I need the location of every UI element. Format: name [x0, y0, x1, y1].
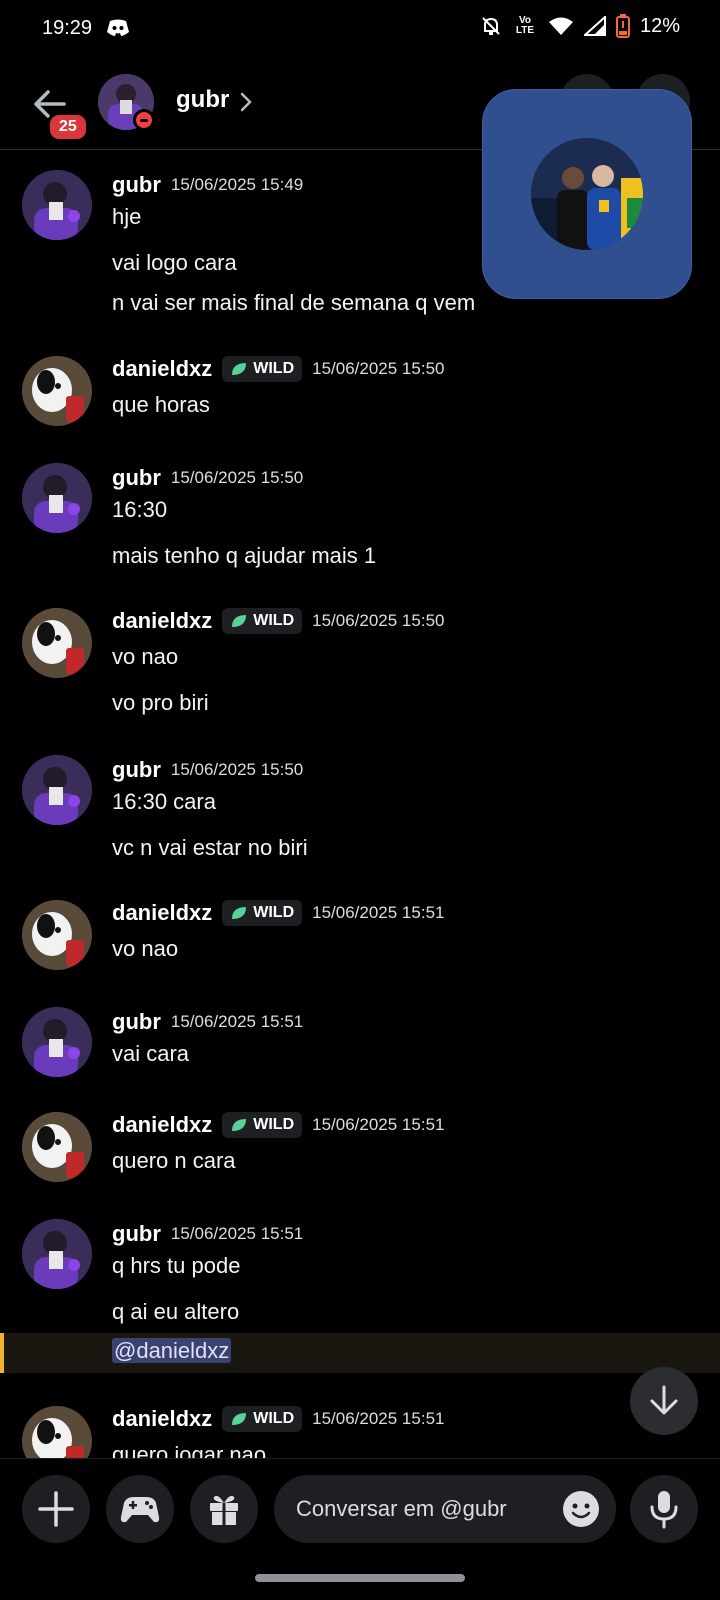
volte-icon: Vo LTE: [515, 15, 535, 36]
role-badge-label: WILD: [253, 360, 295, 377]
mention-highlight: [0, 1333, 720, 1373]
role-badge-label: WILD: [253, 904, 295, 921]
role-badge-label: WILD: [253, 1116, 295, 1133]
gamepad-icon: [120, 1497, 160, 1523]
microphone-icon: [650, 1491, 678, 1529]
home-indicator[interactable]: [255, 1574, 465, 1582]
leaf-icon: [232, 615, 247, 627]
message-author[interactable]: gubr: [112, 757, 161, 783]
role-badge-label: WILD: [253, 612, 295, 629]
signal-icon: [583, 16, 606, 36]
message-text: q hrs tu pode: [112, 1253, 241, 1278]
message-text: @danieldxz: [112, 1338, 232, 1364]
message-timestamp: 15/06/2025 15:51: [170, 1224, 304, 1243]
message-timestamp: 15/06/2025 15:50: [312, 611, 445, 630]
message-text: quero n cara: [112, 1148, 236, 1173]
status-time: 19:29: [42, 17, 93, 39]
battery-icon: [615, 14, 630, 38]
role-badge[interactable]: WILD: [222, 608, 303, 634]
message-author[interactable]: gubr: [112, 1221, 161, 1247]
message-author[interactable]: danieldxz: [112, 608, 212, 634]
message-text: que horas: [112, 392, 210, 417]
role-badge-label: WILD: [253, 1410, 295, 1427]
message-author[interactable]: danieldxz: [112, 356, 212, 382]
avatar[interactable]: [22, 608, 92, 678]
emoji-icon[interactable]: [562, 1490, 600, 1528]
call-participant-avatar: [531, 138, 643, 250]
message-author[interactable]: gubr: [112, 1009, 161, 1035]
status-bar: 19:29 Vo LTE 12%: [0, 0, 720, 56]
message-composer: Conversar em @gubr: [0, 1458, 720, 1554]
avatar[interactable]: [22, 356, 92, 426]
message-text: vo nao: [112, 936, 179, 961]
add-attachment-button[interactable]: [22, 1475, 90, 1543]
activities-button[interactable]: [106, 1475, 174, 1543]
message-text: q ai eu altero: [112, 1299, 240, 1324]
message-timestamp: 15/06/2025 15:51: [170, 1012, 304, 1031]
message-timestamp: 15/06/2025 15:51: [312, 903, 445, 922]
plus-icon: [38, 1491, 74, 1527]
message-list[interactable]: gubr 15/06/2025 15:49 hje vai logo cara …: [0, 150, 720, 1458]
discord-icon: [106, 18, 130, 38]
dnd-status-icon: [133, 109, 155, 131]
role-badge[interactable]: WILD: [222, 1112, 303, 1138]
message-input[interactable]: Conversar em @gubr: [274, 1475, 616, 1543]
role-badge[interactable]: WILD: [222, 900, 303, 926]
message-author[interactable]: danieldxz: [112, 1406, 212, 1432]
silent-bell-icon: [480, 15, 502, 37]
message-timestamp: 15/06/2025 15:49: [170, 175, 304, 194]
user-mention[interactable]: @danieldxz: [112, 1338, 232, 1363]
message-author[interactable]: gubr: [112, 172, 161, 198]
leaf-icon: [232, 1413, 247, 1425]
voice-message-button[interactable]: [630, 1475, 698, 1543]
message-timestamp: 15/06/2025 15:51: [312, 1115, 445, 1134]
message-text: quero jogar nao: [112, 1442, 267, 1458]
role-badge[interactable]: WILD: [222, 356, 303, 382]
battery-percent: 12%: [639, 14, 680, 37]
message-text: vo nao: [112, 644, 179, 669]
avatar[interactable]: [22, 1007, 92, 1077]
message-text: vai cara: [112, 1041, 190, 1066]
wifi-icon: [548, 16, 574, 36]
avatar[interactable]: [22, 463, 92, 533]
arrow-down-icon: [650, 1385, 678, 1415]
gift-button[interactable]: [190, 1475, 258, 1543]
jump-to-present-button[interactable]: [630, 1367, 698, 1435]
header-title[interactable]: gubr: [176, 86, 229, 114]
message-author[interactable]: danieldxz: [112, 900, 212, 926]
message-input-placeholder: Conversar em @gubr: [296, 1496, 507, 1521]
leaf-icon: [232, 907, 247, 919]
gift-icon: [210, 1495, 238, 1525]
message-text: vo pro biri: [112, 690, 209, 715]
message-text: hje: [112, 204, 142, 229]
avatar[interactable]: [22, 1219, 92, 1289]
role-badge[interactable]: WILD: [222, 1406, 303, 1432]
message-timestamp: 15/06/2025 15:50: [170, 760, 304, 779]
leaf-icon: [232, 1119, 247, 1131]
message-timestamp: 15/06/2025 15:50: [312, 359, 445, 378]
message-text: n vai ser mais final de semana q vem: [112, 290, 476, 315]
message-timestamp: 15/06/2025 15:50: [170, 468, 304, 487]
avatar[interactable]: [22, 170, 92, 240]
leaf-icon: [232, 363, 247, 375]
avatar[interactable]: [22, 755, 92, 825]
call-video-tile[interactable]: [482, 89, 692, 299]
message-timestamp: 15/06/2025 15:51: [312, 1409, 445, 1428]
message-text: vai logo cara: [112, 250, 237, 275]
unread-badge: 25: [47, 112, 89, 142]
chevron-right-icon[interactable]: [238, 90, 254, 114]
avatar[interactable]: [22, 1406, 92, 1458]
message-author[interactable]: gubr: [112, 465, 161, 491]
message-text: mais tenho q ajudar mais 1: [112, 543, 377, 568]
avatar[interactable]: [22, 900, 92, 970]
message-text: 16:30: [112, 497, 168, 522]
message-text: vc n vai estar no biri: [112, 835, 308, 860]
avatar[interactable]: [22, 1112, 92, 1182]
message-author[interactable]: danieldxz: [112, 1112, 212, 1138]
message-text: 16:30 cara: [112, 789, 216, 814]
